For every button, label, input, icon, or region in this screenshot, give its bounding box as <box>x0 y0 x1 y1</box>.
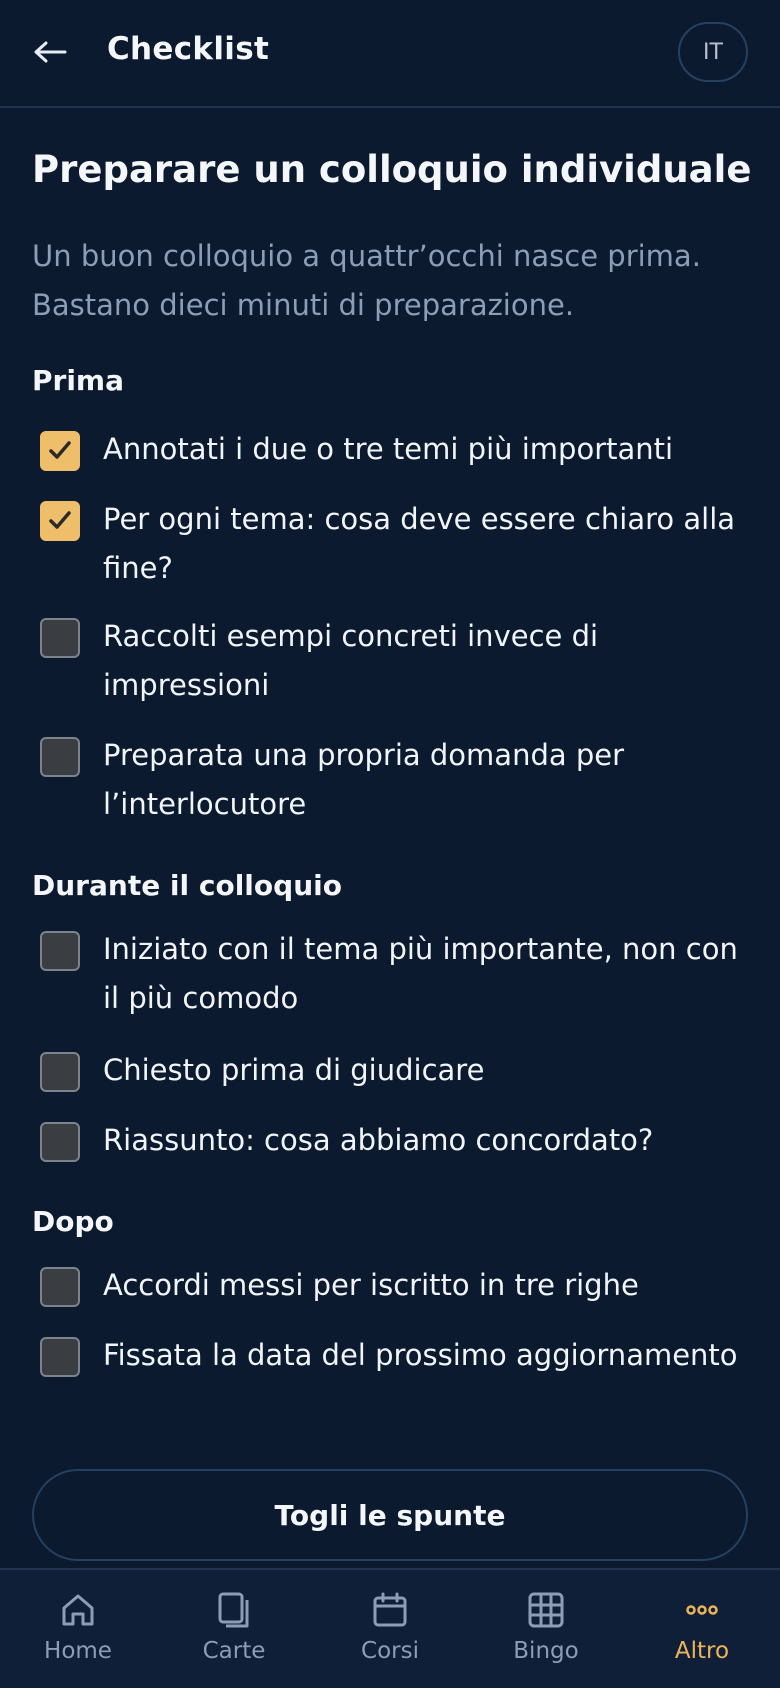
bottom-nav: Home Carte Corsi Bingo Altro <box>0 1568 780 1688</box>
section-title-dopo: Dopo <box>32 1205 114 1238</box>
checkbox[interactable] <box>40 737 80 777</box>
arrow-left-icon <box>34 41 67 63</box>
checkbox[interactable] <box>40 618 80 658</box>
page-intro: Un buon colloquio a quattr’occhi nasce p… <box>32 239 701 322</box>
checkbox[interactable] <box>40 431 80 471</box>
checklist-item-label: Riassunto: cosa abbiamo concordato? <box>103 1123 654 1157</box>
page-title: Preparare un colloquio individuale <box>32 148 752 191</box>
checklist-item-label: Fissata la data del prossimo aggiornamen… <box>103 1338 738 1372</box>
back-button[interactable] <box>30 30 70 74</box>
app-header: Checklist IT <box>0 0 780 108</box>
more-dots-icon <box>686 1605 718 1615</box>
checklist-item-label: Iniziato con il tema più importante, non… <box>103 932 738 1015</box>
nav-item-corsi[interactable]: Corsi <box>312 1570 468 1688</box>
checkbox[interactable] <box>40 1267 80 1307</box>
grid-icon <box>528 1592 564 1628</box>
checkmark-icon <box>49 511 71 529</box>
checkbox[interactable] <box>40 1337 80 1377</box>
nav-label: Home <box>44 1638 112 1664</box>
nav-label: Bingo <box>513 1638 579 1664</box>
reset-checks-button[interactable]: Togli le spunte <box>32 1469 748 1561</box>
checkbox[interactable] <box>40 501 80 541</box>
checklist-item-label: Raccolti esempi concreti invece di impre… <box>103 619 599 702</box>
checkmark-icon <box>49 441 71 459</box>
section-title-prima: Prima <box>32 364 124 397</box>
nav-item-altro[interactable]: Altro <box>624 1570 780 1688</box>
checklist-item-label: Per ogni tema: cosa deve essere chiaro a… <box>103 502 736 585</box>
nav-label: Carte <box>202 1638 266 1664</box>
nav-item-home[interactable]: Home <box>0 1570 156 1688</box>
nav-label: Corsi <box>361 1638 419 1664</box>
cards-icon <box>218 1592 249 1628</box>
header-title: Checklist <box>107 31 270 67</box>
nav-label: Altro <box>674 1638 730 1664</box>
checklist-item-label: Chiesto prima di giudicare <box>103 1053 485 1087</box>
checkbox[interactable] <box>40 1122 80 1162</box>
checkbox[interactable] <box>40 1052 80 1092</box>
nav-item-carte[interactable]: Carte <box>156 1570 312 1688</box>
section-title-durante: Durante il colloquio <box>32 869 342 902</box>
language-button[interactable]: IT <box>678 22 748 82</box>
calendar-icon <box>373 1592 407 1627</box>
checklist-item-label: Accordi messi per iscritto in tre righe <box>103 1268 639 1302</box>
checkbox[interactable] <box>40 931 80 971</box>
checklist-item-label: Annotati i due o tre temi più importanti <box>103 432 674 466</box>
nav-item-bingo[interactable]: Bingo <box>468 1570 624 1688</box>
checklist-item-label: Preparata una propria domanda per l’inte… <box>103 738 625 821</box>
home-icon <box>62 1594 94 1626</box>
